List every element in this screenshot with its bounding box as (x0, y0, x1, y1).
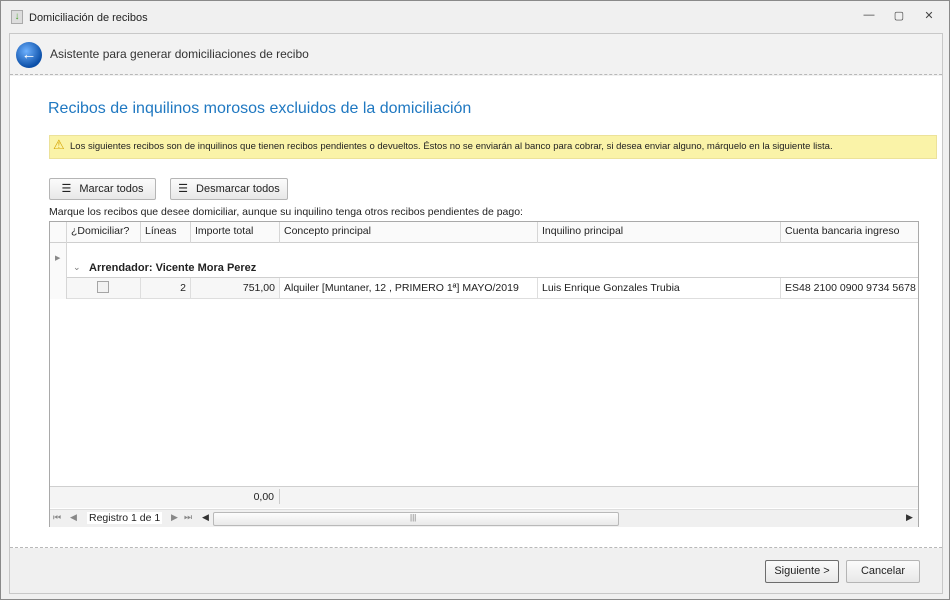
list-icon: ☰ (178, 183, 189, 195)
list-icon: ☰ (61, 183, 72, 195)
row-pointer-icon: ▶ (55, 255, 61, 262)
column-header-importe[interactable]: Importe total (191, 222, 280, 243)
domiciliar-checkbox[interactable] (97, 281, 109, 293)
scroll-grip-icon: ||| (410, 513, 417, 522)
grid-header: ¿Domiciliar? Líneas Importe total Concep… (50, 222, 918, 243)
scroll-left-icon[interactable]: ◀ (202, 512, 209, 523)
warning-banner: ⚠ Los siguientes recibos son de inquilin… (49, 135, 937, 159)
app-icon: ↓ (11, 10, 23, 24)
inquilino-cell: Luis Enrique Gonzales Trubia (538, 278, 781, 299)
wizard-panel: ← Asistente para generar domiciliaciones… (9, 33, 943, 594)
collapse-chevron-icon[interactable]: ⌄ (73, 262, 81, 273)
restore-button[interactable]: ▢ (889, 9, 909, 25)
indicator-header (50, 222, 67, 243)
wizard-title: Asistente para generar domiciliaciones d… (50, 47, 309, 61)
last-record-icon[interactable]: ⏭ (184, 512, 192, 523)
summary-divider (279, 489, 280, 504)
wizard-header: ← Asistente para generar domiciliaciones… (10, 34, 942, 75)
title-bar: ↓ Domiciliación de recibos — ▢ ✕ (1, 1, 949, 33)
column-header-concepto[interactable]: Concepto principal (280, 222, 538, 243)
next-button[interactable]: Siguiente > (765, 560, 839, 583)
wizard-window: ↓ Domiciliación de recibos — ▢ ✕ ← Asist… (0, 0, 950, 600)
cancel-button[interactable]: Cancelar (846, 560, 920, 583)
domiciliar-cell (67, 278, 141, 299)
cuenta-cell: ES48 2100 0900 9734 5678 (781, 278, 918, 299)
prev-record-icon[interactable]: ◀ (70, 512, 77, 523)
lineas-cell: 2 (141, 278, 191, 299)
horizontal-scrollbar[interactable]: ||| (213, 512, 619, 526)
importe-total-sum: 0,00 (253, 491, 274, 503)
unmark-all-label: Desmarcar todos (196, 183, 280, 195)
back-arrow-icon[interactable]: ← (16, 42, 42, 68)
record-counter: Registro 1 de 1 (87, 512, 163, 524)
scroll-right-icon[interactable]: ▶ (906, 512, 913, 523)
receipts-grid: ¿Domiciliar? Líneas Importe total Concep… (49, 221, 919, 527)
wizard-page: Recibos de inquilinos morosos excluidos … (10, 76, 942, 548)
unmark-all-button[interactable]: ☰ Desmarcar todos (170, 178, 288, 200)
mark-all-label: Marcar todos (79, 183, 144, 195)
instruction-label: Marque los recibos que desee domiciliar,… (49, 206, 523, 218)
first-record-icon[interactable]: ⏮ (53, 512, 61, 523)
column-header-lineas[interactable]: Líneas (141, 222, 191, 243)
page-title: Recibos de inquilinos morosos excluidos … (48, 100, 472, 117)
close-button[interactable]: ✕ (919, 9, 939, 25)
column-header-inquilino[interactable]: Inquilino principal (538, 222, 781, 243)
column-header-cuenta[interactable]: Cuenta bancaria ingreso (781, 222, 918, 243)
grid-navigator: ⏮ ◀ Registro 1 de 1 ▶ ⏭ ◀ ||| ▶ (50, 509, 918, 527)
concepto-cell: Alquiler [Muntaner, 12 , PRIMERO 1ª] MAY… (280, 278, 538, 299)
warning-text: Los siguientes recibos son de inquilinos… (70, 141, 833, 152)
group-row-label: Arrendador: Vicente Mora Perez (89, 262, 257, 274)
grid-summary-row: 0,00 (50, 486, 918, 508)
next-record-icon[interactable]: ▶ (171, 512, 178, 523)
window-title: Domiciliación de recibos (29, 12, 148, 24)
column-header-domiciliar[interactable]: ¿Domiciliar? (67, 222, 141, 243)
importe-cell: 751,00 (191, 278, 280, 299)
minimize-button[interactable]: — (859, 9, 879, 25)
mark-all-button[interactable]: ☰ Marcar todos (49, 178, 156, 200)
row-indicator: ▶ (50, 243, 67, 299)
warning-icon: ⚠ (53, 137, 65, 152)
